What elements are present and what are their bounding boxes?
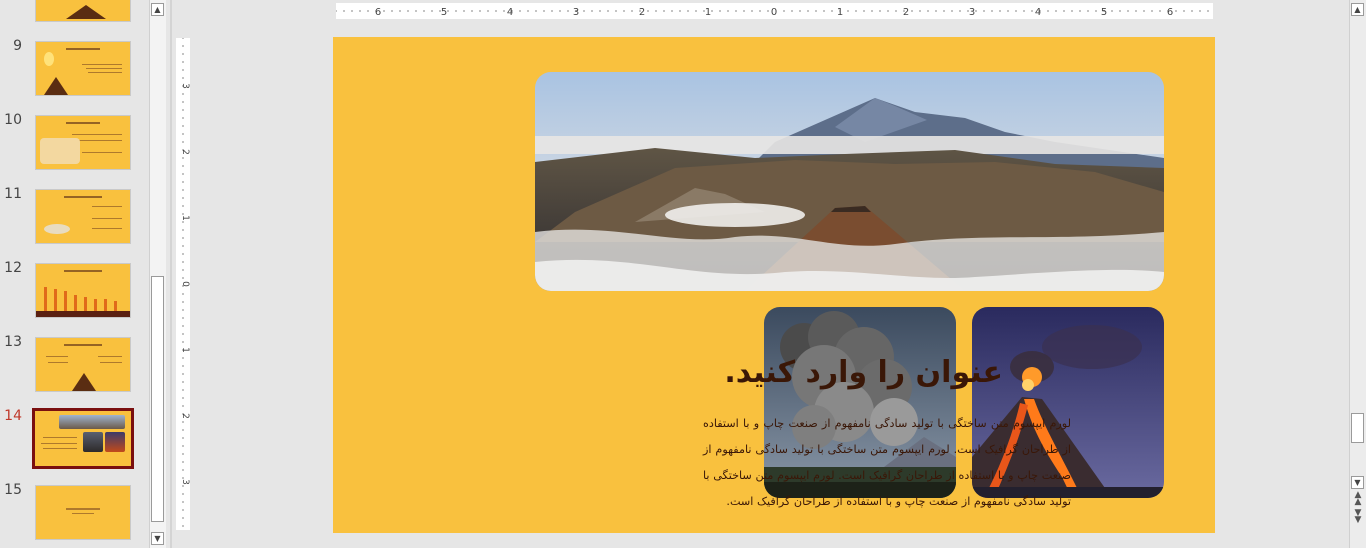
slide-thumbnail-13[interactable] [35, 337, 131, 392]
scroll-up-icon[interactable]: ▲ [151, 3, 164, 16]
slide-thumbnail-12[interactable] [35, 263, 131, 318]
slide-title[interactable]: عنوان را وارد کنید. [703, 355, 1003, 390]
next-slide-icon[interactable]: ▼ ▼ [1352, 509, 1364, 525]
ruler-label: 1 [180, 215, 190, 221]
ruler-label: 1 [705, 7, 711, 18]
slide-thumbnail-9[interactable] [35, 41, 131, 96]
thumbnail-row-12: 12 [0, 260, 148, 320]
slide-number: 13 [4, 334, 22, 350]
horizontal-ruler-ticks: 6 5 4 3 2 1 0 1 2 3 4 5 6 [335, 7, 1209, 18]
ruler-label: 2 [639, 7, 645, 18]
ruler-label: 5 [1101, 7, 1107, 18]
ruler-label: 3 [969, 7, 975, 18]
ruler-label: 5 [441, 7, 447, 18]
previous-slide-icon[interactable]: ▲ ▲ [1352, 491, 1364, 507]
thumbnail-row-10: 10 [0, 112, 148, 172]
vertical-ruler-ticks: 3 2 1 0 1 2 3 [180, 37, 190, 527]
slide-number: 14 [4, 408, 22, 424]
ruler-label: 2 [180, 413, 190, 419]
slide-number: 9 [13, 38, 22, 54]
ruler-label: 0 [771, 7, 777, 18]
scrollbar-thumb[interactable] [1351, 413, 1364, 443]
slide-thumbnail-pane: 9 10 11 12 13 14 15 [0, 0, 148, 548]
scroll-down-icon[interactable]: ▼ [151, 532, 164, 545]
slide-thumbnail-10[interactable] [35, 115, 131, 170]
thumbnail-row-13: 13 [0, 334, 148, 394]
slide-number: 10 [4, 112, 22, 128]
slide-thumbnail-11[interactable] [35, 189, 131, 244]
scrollbar-thumb[interactable] [151, 276, 164, 522]
mountain-landscape-image[interactable] [535, 72, 1164, 291]
mountain-landscape-picture [535, 72, 1164, 291]
slide-thumbnail-8[interactable] [35, 0, 131, 22]
ruler-label: 1 [180, 347, 190, 353]
slide-thumbnail-15[interactable] [35, 485, 131, 540]
ruler-label: 4 [507, 7, 513, 18]
thumbnail-row-15: 15 [0, 482, 148, 542]
ruler-label: 3 [180, 479, 190, 485]
ruler-label: 2 [180, 149, 190, 155]
editor-scrollbar[interactable]: ▲ ▼ ▲ ▲ ▼ ▼ [1349, 0, 1366, 548]
slide-number: 15 [4, 482, 22, 498]
vertical-ruler: 3 2 1 0 1 2 3 [176, 37, 190, 530]
slide-body-text[interactable]: لورم ایپسوم متن ساختگی با تولید سادگی نا… [703, 411, 1071, 515]
thumbnail-scrollbar[interactable]: ▲ ▼ [149, 0, 166, 548]
ruler-label: 0 [180, 281, 190, 287]
slide-thumbnail-14-selected[interactable] [32, 408, 134, 469]
ruler-label: 6 [1167, 7, 1173, 18]
thumbnail-row-11: 11 [0, 186, 148, 246]
scroll-down-icon[interactable]: ▼ [1351, 476, 1364, 489]
ruler-label: 3 [573, 7, 579, 18]
scroll-up-icon[interactable]: ▲ [1351, 3, 1364, 16]
slide-number: 11 [4, 186, 22, 202]
horizontal-ruler: 6 5 4 3 2 1 0 1 2 3 4 5 6 [335, 3, 1213, 19]
ruler-label: 2 [903, 7, 909, 18]
ruler-label: 6 [375, 7, 381, 18]
pane-divider[interactable] [170, 0, 172, 548]
slide-canvas[interactable]: عنوان را وارد کنید. لورم ایپسوم متن ساخت… [333, 37, 1215, 533]
ruler-label: 3 [180, 83, 190, 89]
thumbnail-row-9: 9 [0, 38, 148, 98]
ruler-label: 4 [1035, 7, 1041, 18]
thumbnail-row-14: 14 [0, 408, 148, 469]
slide-number: 12 [4, 260, 22, 276]
ruler-label: 1 [837, 7, 843, 18]
